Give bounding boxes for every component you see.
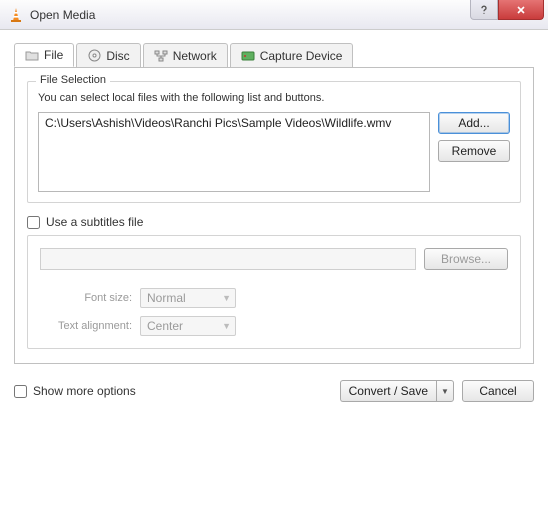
convert-save-splitbutton: Convert / Save ▼ bbox=[340, 380, 454, 402]
footer: Show more options Convert / Save ▼ Cance… bbox=[14, 380, 534, 402]
window-title: Open Media bbox=[30, 8, 95, 22]
show-more-options-label: Show more options bbox=[33, 384, 136, 398]
file-list[interactable]: C:\Users\Ashish\Videos\Ranchi Pics\Sampl… bbox=[38, 112, 430, 192]
convert-save-button[interactable]: Convert / Save bbox=[340, 380, 436, 402]
show-more-options-checkbox[interactable] bbox=[14, 385, 27, 398]
tab-capture-label: Capture Device bbox=[260, 49, 343, 63]
use-subtitles-row[interactable]: Use a subtitles file bbox=[27, 215, 521, 229]
tab-network-label: Network bbox=[173, 49, 217, 63]
list-item[interactable]: C:\Users\Ashish\Videos\Ranchi Pics\Sampl… bbox=[43, 115, 425, 131]
chevron-down-icon: ▼ bbox=[441, 387, 449, 396]
vlc-cone-icon bbox=[8, 7, 24, 23]
titlebar: Open Media bbox=[0, 0, 548, 30]
chevron-down-icon: ▼ bbox=[222, 321, 231, 331]
file-selection-instruction: You can select local files with the foll… bbox=[38, 92, 510, 104]
subtitles-group: Browse... Font size: Normal ▼ Text align… bbox=[27, 235, 521, 349]
font-size-label: Font size: bbox=[40, 292, 132, 304]
browse-subtitles-button: Browse... bbox=[424, 248, 508, 270]
cancel-button[interactable]: Cancel bbox=[462, 380, 534, 402]
tab-panel-file: File Selection You can select local file… bbox=[14, 67, 534, 364]
use-subtitles-checkbox[interactable] bbox=[27, 216, 40, 229]
text-alignment-label: Text alignment: bbox=[40, 320, 132, 332]
tab-file-label: File bbox=[44, 48, 63, 62]
capture-icon bbox=[241, 49, 255, 63]
tab-capture[interactable]: Capture Device bbox=[230, 43, 354, 67]
dialog-body: File Disc Network Capture Device File Se… bbox=[0, 30, 548, 412]
network-icon bbox=[154, 49, 168, 63]
file-selection-group: File Selection You can select local file… bbox=[27, 81, 521, 203]
tab-file[interactable]: File bbox=[14, 43, 74, 67]
file-icon bbox=[25, 48, 39, 62]
text-alignment-value: Center bbox=[147, 319, 183, 333]
show-more-options-row[interactable]: Show more options bbox=[14, 384, 136, 398]
window-buttons bbox=[470, 0, 548, 20]
tab-disc[interactable]: Disc bbox=[76, 43, 140, 67]
font-size-combo: Normal ▼ bbox=[140, 288, 236, 308]
add-button[interactable]: Add... bbox=[438, 112, 510, 134]
subtitles-path-input bbox=[40, 248, 416, 270]
remove-button[interactable]: Remove bbox=[438, 140, 510, 162]
disc-icon bbox=[87, 49, 101, 63]
file-selection-title: File Selection bbox=[36, 74, 110, 86]
font-size-value: Normal bbox=[147, 291, 186, 305]
use-subtitles-label: Use a subtitles file bbox=[46, 215, 143, 229]
tabstrip: File Disc Network Capture Device bbox=[14, 43, 534, 68]
tab-network[interactable]: Network bbox=[143, 43, 228, 67]
close-button[interactable] bbox=[498, 0, 544, 20]
help-button[interactable] bbox=[470, 0, 498, 20]
convert-save-dropdown[interactable]: ▼ bbox=[436, 380, 454, 402]
text-alignment-combo: Center ▼ bbox=[140, 316, 236, 336]
chevron-down-icon: ▼ bbox=[222, 293, 231, 303]
tab-disc-label: Disc bbox=[106, 49, 129, 63]
